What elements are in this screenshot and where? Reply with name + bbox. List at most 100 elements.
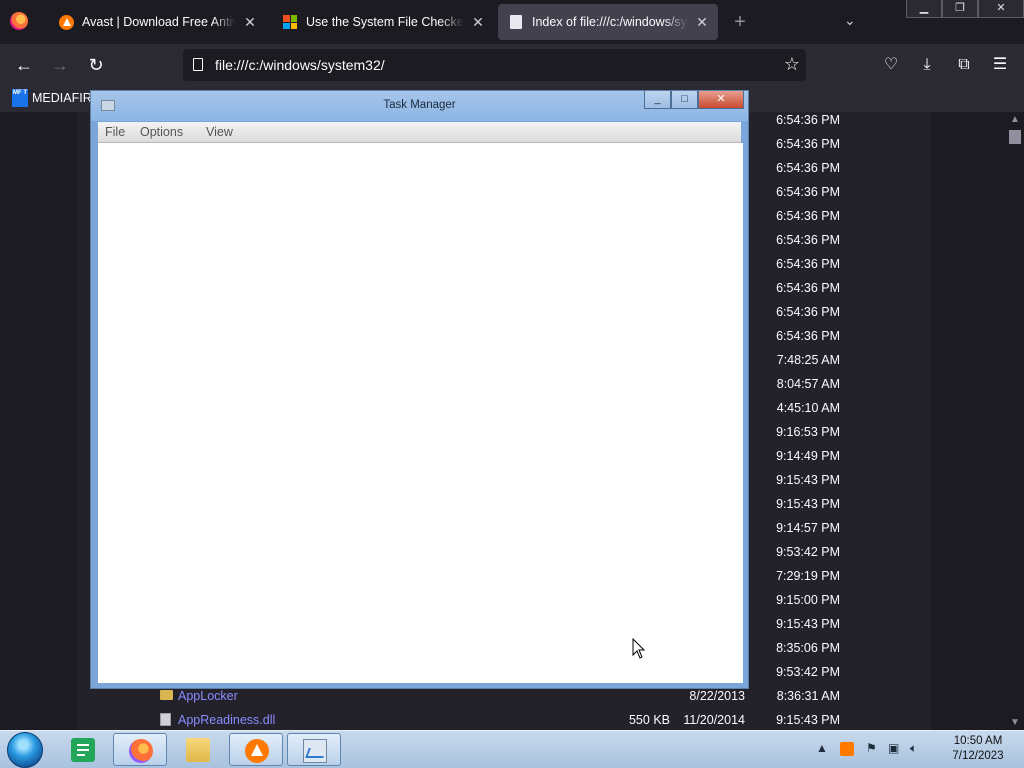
avast-icon [58, 14, 74, 30]
url-bar[interactable]: ☆ [183, 49, 806, 81]
modified-time: 8:36:31 AM [776, 689, 840, 703]
folder-icon [160, 690, 173, 700]
task-manager-window: Task Manager _ □ ✕ File Options View [90, 90, 749, 689]
file-size: 550 KB [628, 713, 670, 727]
start-button[interactable] [7, 732, 43, 768]
modified-time: 6:54:36 PM [776, 161, 840, 175]
modified-time: 9:53:42 PM [776, 665, 840, 679]
modified-time: 6:54:36 PM [776, 233, 840, 247]
microsoft-icon [282, 14, 298, 30]
close-window-button[interactable]: ✕ [978, 0, 1024, 18]
modified-time: 6:54:36 PM [776, 257, 840, 271]
modified-time: 9:14:49 PM [776, 449, 840, 463]
taskbar: ▲ ⚑ ▣ 🔈︎ 10:50 AM 7/12/2023 [0, 730, 1024, 768]
folder-icon [186, 738, 210, 762]
close-tab-icon[interactable]: ✕ [470, 14, 486, 30]
sheets-icon [71, 738, 95, 762]
modified-time: 9:15:43 PM [776, 617, 840, 631]
minimize-button[interactable]: ▁ [906, 0, 942, 18]
listing-row: AppReadiness.dll 550 KB 11/20/2014 9:15:43 … [78, 708, 931, 730]
close-tab-icon[interactable]: ✕ [242, 14, 258, 30]
menu-options[interactable]: Options [140, 125, 183, 139]
bookmark-mediafire[interactable]: MF T MEDIAFIRE [12, 89, 100, 107]
forward-arrow-icon[interactable]: → [46, 53, 74, 77]
scroll-up-arrow-icon[interactable]: ▲ [1010, 114, 1020, 125]
menu-view[interactable]: View [206, 125, 233, 139]
task-manager-title-bar[interactable]: Task Manager _ □ ✕ [91, 91, 748, 121]
clock-time: 10:50 AM [953, 735, 1003, 747]
taskbar-file-explorer[interactable] [171, 733, 225, 766]
system-tray: ▲ ⚑ ▣ 🔈︎ 10:50 AM 7/12/2023 [804, 731, 1024, 768]
avast-icon [245, 739, 269, 763]
url-input[interactable] [215, 56, 755, 74]
volume-icon[interactable]: 🔈︎ [910, 741, 917, 756]
mouse-cursor-icon [632, 638, 646, 659]
file-icon [160, 713, 171, 726]
modified-time: 9:15:43 PM [776, 473, 840, 487]
navigation-toolbar: ← → ↻ ☆ ♡ ⤓ ⧉ ☰ [0, 44, 1024, 86]
taskbar-sheets-app[interactable] [56, 733, 110, 766]
modified-time: 7:48:25 AM [776, 353, 840, 367]
bookmark-star-icon[interactable]: ☆ [784, 54, 800, 75]
pocket-icon[interactable]: ♡ [879, 53, 903, 77]
modified-time: 6:54:36 PM [776, 113, 840, 127]
extensions-icon[interactable]: ⧉ [952, 53, 976, 77]
mediafire-logo-icon: MF T [12, 89, 28, 107]
network-icon[interactable]: ▣ [888, 741, 899, 755]
tm-maximize-button[interactable]: □ [671, 91, 698, 109]
modified-time: 6:54:36 PM [776, 281, 840, 295]
file-link[interactable]: AppReadiness.dll [178, 708, 275, 730]
taskbar-clock[interactable]: 10:50 AM 7/12/2023 [946, 734, 1010, 764]
close-tab-icon[interactable]: ✕ [694, 14, 710, 30]
taskbar-firefox[interactable] [113, 733, 167, 766]
modified-time: 9:15:00 PM [776, 593, 840, 607]
task-manager-icon [303, 739, 327, 763]
tab-system-file-checker[interactable]: Use the System File Checker tool to repa… [272, 4, 494, 40]
modified-time: 6:54:36 PM [776, 305, 840, 319]
scroll-down-arrow-icon[interactable]: ▼ [1010, 717, 1020, 728]
task-manager-content [98, 143, 743, 683]
firefox-view-icon[interactable] [10, 12, 28, 30]
back-arrow-icon[interactable]: ← [10, 53, 38, 77]
menu-file[interactable]: File [105, 125, 125, 139]
hamburger-menu-icon[interactable]: ☰ [988, 53, 1012, 77]
tab-title: Index of file:///c:/windows/system32/ [532, 15, 688, 29]
list-all-tabs-icon[interactable]: ⌄ [844, 12, 856, 29]
modified-time: 9:15:43 PM [776, 713, 840, 727]
show-hidden-icons-arrow[interactable]: ▲ [816, 741, 828, 755]
page-icon [508, 14, 524, 30]
modified-time: 9:14:57 PM [776, 521, 840, 535]
modified-date: 11/20/2014 [683, 713, 745, 727]
avast-tray-icon[interactable] [840, 742, 854, 756]
restore-button[interactable]: ❐ [942, 0, 978, 18]
firefox-icon [129, 739, 153, 763]
modified-time: 6:54:36 PM [776, 209, 840, 223]
scroll-thumb[interactable] [1009, 130, 1021, 144]
modified-time: 4:45:10 AM [776, 401, 840, 415]
tm-minimize-button[interactable]: _ [644, 91, 671, 109]
modified-time: 9:16:53 PM [776, 425, 840, 439]
modified-time: 7:29:19 PM [776, 569, 840, 583]
modified-time: 8:04:57 AM [776, 377, 840, 391]
modified-time: 6:54:36 PM [776, 137, 840, 151]
action-center-flag-icon[interactable]: ⚑ [866, 741, 877, 755]
tm-close-button[interactable]: ✕ [698, 91, 744, 109]
modified-time: 9:53:42 PM [776, 545, 840, 559]
downloads-icon[interactable]: ⤓ [915, 53, 939, 77]
modified-time: 6:54:36 PM [776, 329, 840, 343]
page-info-icon[interactable] [193, 58, 203, 71]
taskbar-avast[interactable] [229, 733, 283, 766]
new-tab-button[interactable]: + [730, 12, 750, 32]
tab-title: Use the System File Checker tool to repa… [306, 15, 464, 29]
taskbar-task-manager[interactable] [287, 733, 341, 766]
window-controls: ▁ ❐ ✕ [906, 0, 1024, 18]
tab-bar: Avast | Download Free Antivirus & VPN ✕ … [0, 0, 1024, 44]
reload-icon[interactable]: ↻ [82, 53, 110, 77]
clock-date: 7/12/2023 [952, 750, 1004, 762]
tab-avast[interactable]: Avast | Download Free Antivirus & VPN ✕ [48, 4, 266, 40]
modified-time: 6:54:36 PM [776, 185, 840, 199]
modified-time: 8:35:06 PM [776, 641, 840, 655]
page-scrollbar[interactable]: ▲ ▼ [1006, 112, 1024, 730]
task-manager-menu-bar: File Options View [98, 122, 741, 143]
tab-index-system32[interactable]: Index of file:///c:/windows/system32/ ✕ [498, 4, 718, 40]
